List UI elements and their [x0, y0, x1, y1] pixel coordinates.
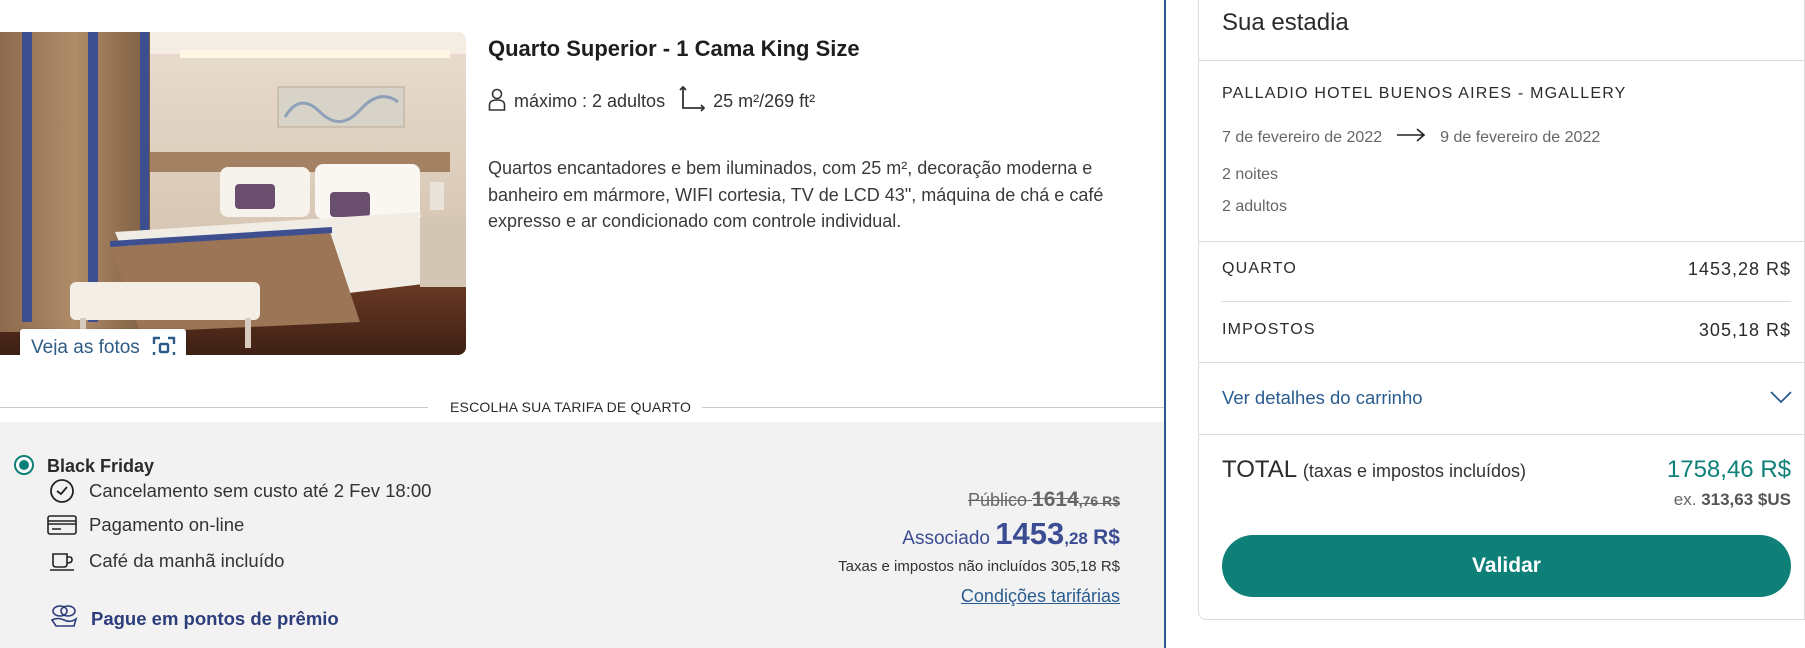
- separator: [1221, 301, 1791, 302]
- rate-divider: ESCOLHA SUA TARIFA DE QUARTO: [0, 398, 1164, 416]
- feature-breakfast-text: Café da manhã incluído: [89, 550, 285, 571]
- feature-cancellation-text: Cancelamento sem custo até 2 Fev 18:00: [89, 480, 432, 501]
- hotel-name: PALLADIO HOTEL BUENOS AIRES - MGALLERY: [1222, 85, 1627, 102]
- rate-conditions-link[interactable]: Condições tarifárias: [838, 586, 1120, 607]
- room-size-text: 25 m²/269 ft²: [713, 91, 816, 111]
- room-capacity-text: máximo : 2 adultos: [514, 91, 666, 111]
- arrow-right-icon: [1396, 128, 1426, 147]
- divider-line-right: [702, 407, 1164, 408]
- room-card: Veja as fotos Quarto Superior - 1 Cama K…: [0, 0, 1166, 648]
- total-label-sub: (taxas e impostos incluídos): [1302, 461, 1527, 481]
- public-price-decimals: ,76 R$: [1078, 493, 1120, 509]
- member-price-decimals: ,28: [1064, 529, 1088, 548]
- cart-details-toggle[interactable]: Ver detalhes do carrinho: [1222, 387, 1792, 409]
- feature-cancellation: Cancelamento sem custo até 2 Fev 18:00: [47, 478, 431, 504]
- member-price-label: Associado: [902, 528, 990, 549]
- feature-breakfast: Café da manhã incluído: [47, 550, 284, 572]
- coffee-cup-icon: [47, 550, 77, 572]
- gallery-icon: [152, 336, 176, 355]
- rate-radio-selected[interactable]: [14, 455, 34, 475]
- total-amount: 1758,46 R$: [1666, 456, 1791, 483]
- stay-guests: 2 adultos: [1222, 198, 1287, 215]
- stay-title: Sua estadia: [1222, 9, 1349, 36]
- checkout-date: 9 de fevereiro de 2022: [1440, 128, 1601, 146]
- pay-with-points-link[interactable]: Pague em pontos de prêmio: [50, 604, 339, 633]
- pay-with-points-label: Pague em pontos de prêmio: [91, 607, 339, 629]
- separator: [1199, 60, 1805, 61]
- room-line-label: QUARTO: [1222, 260, 1298, 277]
- room-photo-image: [0, 32, 466, 355]
- feature-payment: Pagamento on-line: [47, 514, 244, 536]
- divider-line-left: [0, 407, 428, 408]
- feature-payment-text: Pagamento on-line: [89, 514, 245, 535]
- total-usd-amount: 313,63: [1701, 490, 1754, 509]
- chevron-down-icon: [1770, 387, 1792, 409]
- price-block: Público 1614,76 R$ Associado 1453,28 R$ …: [838, 488, 1120, 607]
- clock-icon: [47, 478, 77, 504]
- rate-name: Black Friday: [47, 456, 155, 476]
- credit-card-icon: [47, 515, 77, 535]
- stay-nights: 2 noites: [1222, 166, 1279, 183]
- checkin-date: 7 de fevereiro de 2022: [1222, 128, 1383, 146]
- separator: [1199, 241, 1805, 242]
- separator: [1199, 362, 1805, 363]
- room-capacity: máximo : 2 adultos: [488, 87, 665, 116]
- room-title: Quarto Superior - 1 Cama King Size: [488, 36, 860, 61]
- public-price-strike: Público 1614,76 R$: [967, 488, 1120, 511]
- room-size: 25 m²/269 ft²: [679, 85, 816, 117]
- stay-dates: 7 de fevereiro de 2022 9 de fevereiro de…: [1222, 128, 1600, 147]
- cart-details-label: Ver detalhes do carrinho: [1222, 387, 1423, 408]
- reward-points-icon: [50, 604, 78, 633]
- public-price: Público 1614,76 R$: [838, 488, 1120, 512]
- room-size-icon: [679, 85, 706, 117]
- total-label: TOTAL (taxas e impostos incluídos): [1222, 456, 1526, 484]
- stay-summary-panel: Sua estadia PALLADIO HOTEL BUENOS AIRES …: [1198, 0, 1805, 620]
- public-price-label: Público: [967, 490, 1028, 510]
- taxes-line-label: IMPOSTOS: [1222, 321, 1316, 338]
- total-label-text: TOTAL: [1222, 456, 1297, 483]
- person-icon: [488, 87, 506, 116]
- tax-note: Taxas e impostos não incluídos 305,18 R$: [838, 558, 1120, 575]
- member-price-amount: 1453: [995, 516, 1065, 551]
- total-usd: ex. 313,63 $US: [1674, 490, 1791, 510]
- public-price-amount: 1614: [1032, 488, 1079, 511]
- view-photos-label: Veja as fotos: [31, 336, 140, 356]
- taxes-line-amount: 305,18 R$: [1698, 320, 1791, 340]
- total-usd-currency: $US: [1757, 490, 1791, 509]
- room-line-amount: 1453,28 R$: [1687, 259, 1791, 279]
- separator: [1199, 434, 1805, 435]
- room-description: Quartos encantadores e bem iluminados, c…: [488, 158, 1104, 231]
- room-meta: máximo : 2 adultos 25 m²/269 ft²: [488, 85, 829, 117]
- rate-divider-label: ESCOLHA SUA TARIFA DE QUARTO: [450, 399, 692, 415]
- member-price-currency: R$: [1093, 526, 1120, 549]
- room-photo[interactable]: Veja as fotos: [0, 32, 466, 355]
- member-price: Associado 1453,28 R$: [838, 516, 1120, 552]
- validate-button[interactable]: Validar: [1222, 535, 1791, 597]
- total-usd-prefix: ex.: [1673, 490, 1697, 509]
- rate-option: Black Friday Cancelamento sem custo até …: [0, 422, 1164, 648]
- view-photos-button[interactable]: Veja as fotos: [20, 329, 186, 355]
